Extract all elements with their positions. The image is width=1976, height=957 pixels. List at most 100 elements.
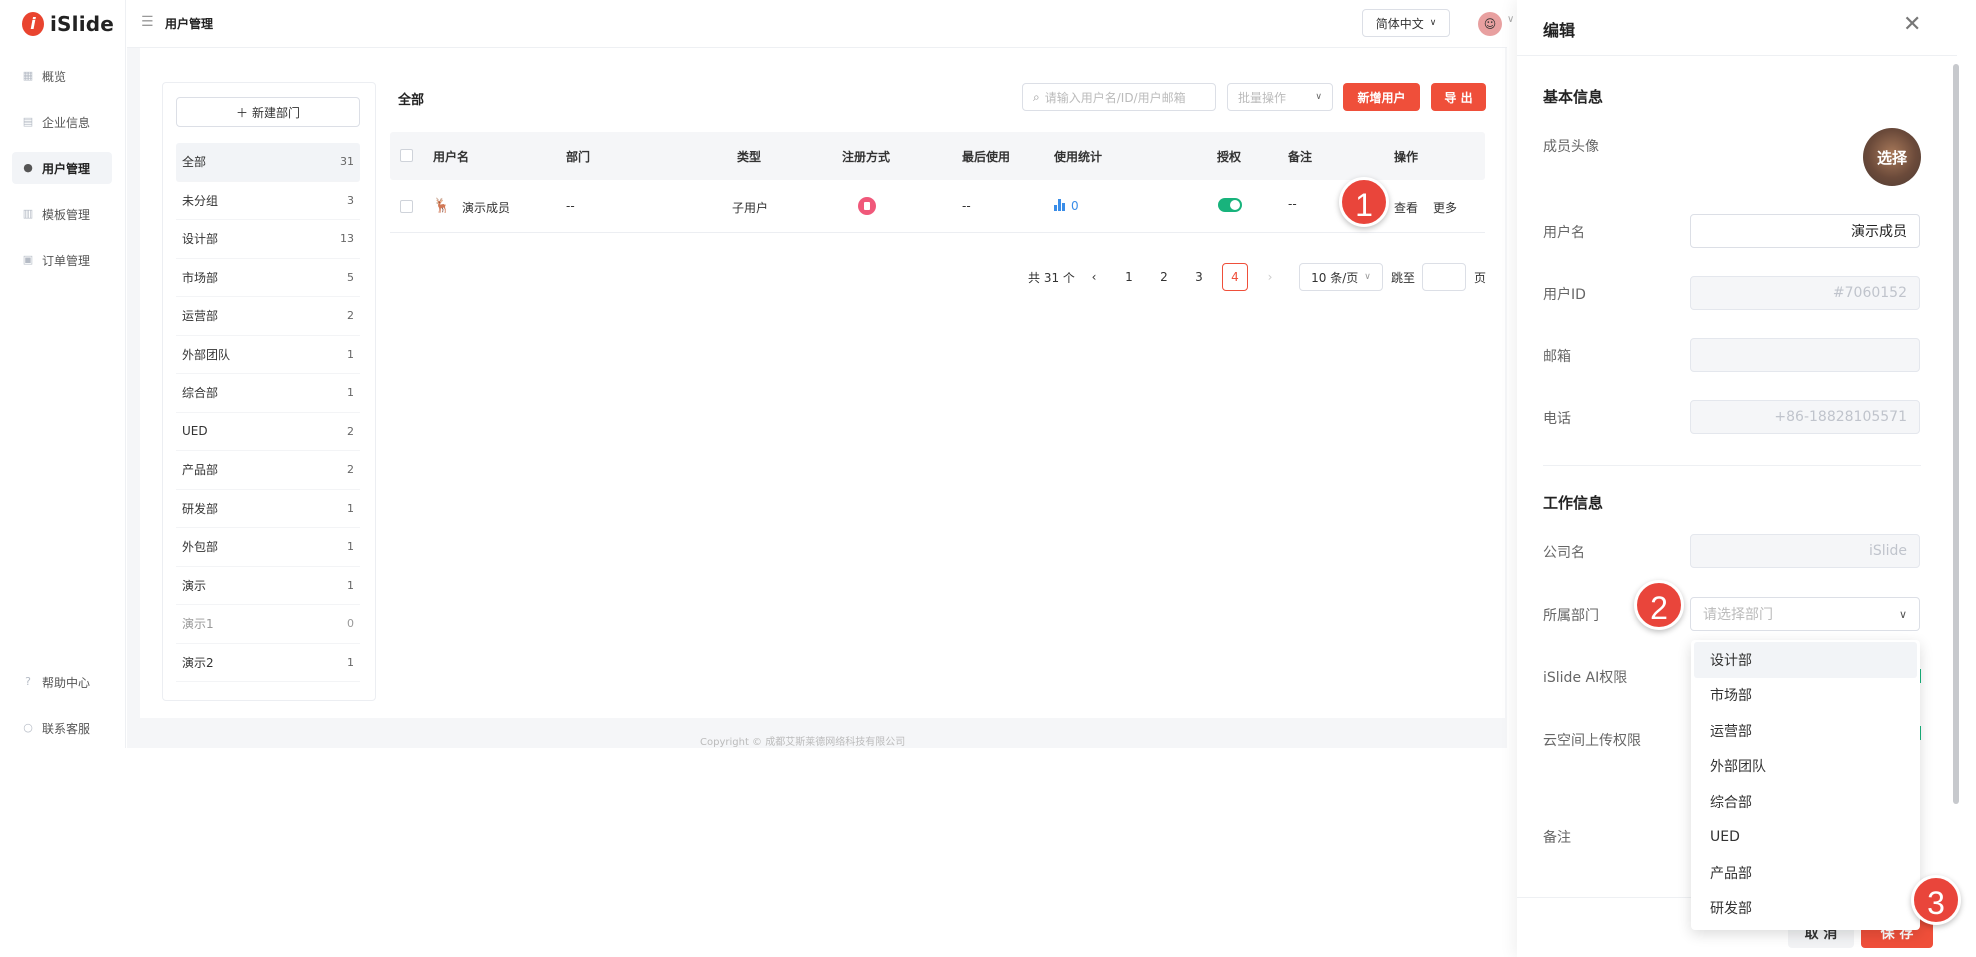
search-input[interactable]: ⌕ 请输入用户名/ID/用户邮箱 — [1022, 83, 1216, 111]
page-number[interactable]: 1 — [1116, 263, 1142, 291]
nav-item-overview[interactable]: ▦ 概览 — [12, 60, 112, 92]
close-icon[interactable]: ✕ — [1903, 14, 1921, 36]
department-item[interactable]: 外包部 1 — [176, 528, 360, 567]
dropdown-option[interactable]: 产品部 — [1694, 855, 1917, 891]
department-name: 未分组 — [182, 193, 219, 208]
add-user-button[interactable]: 新增用户 — [1343, 83, 1420, 111]
registration-phone-icon — [858, 197, 876, 215]
dropdown-option[interactable]: 市场部 — [1694, 678, 1917, 714]
dropdown-option[interactable]: 研发部 — [1694, 891, 1917, 927]
export-button[interactable]: 导 出 — [1431, 83, 1486, 111]
department-name: 产品部 — [182, 463, 219, 478]
column-header: 用户名 — [433, 150, 470, 164]
brand-name: iSlide — [50, 12, 115, 36]
nav-item-help[interactable]: ? 帮助中心 — [12, 666, 112, 698]
department-name: 全部 — [182, 155, 207, 170]
dropdown-option[interactable]: 综合部 — [1694, 784, 1917, 820]
chart-icon: ▥ — [22, 207, 34, 220]
nav-item-support[interactable]: ○ 联系客服 — [12, 712, 112, 744]
dropdown-option[interactable]: 外部团队 — [1694, 749, 1917, 785]
note-label: 备注 — [1543, 830, 1571, 846]
pagination-total: 共 31 个 — [1028, 270, 1075, 285]
usage-bar-chart-icon — [1054, 198, 1066, 211]
page-number-current[interactable]: 4 — [1222, 263, 1248, 291]
drawer-scrollbar[interactable] — [1953, 64, 1959, 804]
new-department-button[interactable]: ＋ 新建部门 — [176, 97, 360, 127]
department-item[interactable]: 外部团队 1 — [176, 336, 360, 374]
department-item[interactable]: 设计部 13 — [176, 220, 360, 259]
department-name: 运营部 — [182, 309, 219, 324]
nav-item-orders[interactable]: ▣ 订单管理 — [12, 244, 112, 276]
batch-actions-select[interactable]: 批量操作 ∨ — [1227, 83, 1333, 111]
user-avatar[interactable]: ☺ — [1478, 12, 1502, 36]
department-item[interactable]: 演示 1 — [176, 567, 360, 605]
prev-page-icon[interactable]: ‹ — [1081, 263, 1107, 291]
step-marker-2: 2 — [1634, 580, 1684, 630]
department-item[interactable]: 综合部 1 — [176, 374, 360, 413]
nav-item-label: 企业信息 — [42, 115, 91, 130]
department-item[interactable]: 未分组 3 — [176, 182, 360, 220]
department-count: 1 — [347, 655, 354, 669]
cell-last-used: -- — [962, 199, 971, 213]
department-item[interactable]: 全部 31 — [176, 143, 360, 182]
username-field[interactable]: 演示成员 — [1690, 214, 1920, 248]
dropdown-option[interactable]: UED — [1694, 820, 1917, 856]
cell-username: 演示成员 — [462, 201, 511, 215]
department-name: 研发部 — [182, 501, 219, 516]
side-nav: i iSlide ▦ 概览 ▤ 企业信息 ● 用户管理 ▥ 模板管理 ▣ 订单管… — [0, 0, 126, 748]
next-page-icon[interactable]: › — [1257, 263, 1283, 291]
email-field[interactable] — [1690, 338, 1920, 372]
username-value: 演示成员 — [1851, 224, 1907, 240]
department-count: 0 — [347, 617, 354, 631]
company-field: iSlide — [1690, 534, 1920, 568]
chevron-down-icon[interactable]: ∨ — [1507, 14, 1514, 25]
phone-field[interactable]: +86-18828105571 — [1690, 400, 1920, 434]
department-select[interactable]: 请选择部门 ∨ — [1690, 597, 1920, 631]
page-size-select[interactable]: 10 条/页 ∨ — [1299, 263, 1383, 291]
department-item[interactable]: 产品部 2 — [176, 451, 360, 490]
search-icon: ⌕ — [1033, 89, 1040, 104]
nav-item-company[interactable]: ▤ 企业信息 — [12, 106, 112, 138]
page-number[interactable]: 3 — [1186, 263, 1212, 291]
table-header: 用户名 部门 类型 注册方式 最后使用 使用统计 授权 备注 操作 — [390, 132, 1485, 180]
member-avatar-picker[interactable]: 选择 — [1863, 128, 1921, 186]
chevron-down-icon: ∨ — [1315, 92, 1322, 102]
language-select[interactable]: 简体中文 ∨ — [1362, 9, 1450, 37]
department-item[interactable]: 运营部 2 — [176, 297, 360, 336]
department-item[interactable]: 演示2 1 — [176, 644, 360, 682]
department-count: 1 — [347, 540, 354, 554]
column-header: 备注 — [1288, 150, 1313, 164]
row-checkbox[interactable] — [400, 200, 413, 213]
more-link[interactable]: 更多 — [1433, 199, 1457, 216]
view-link[interactable]: 查看 — [1394, 199, 1418, 216]
department-name: UED — [182, 424, 208, 439]
menu-toggle-icon[interactable]: ☰ — [141, 14, 154, 30]
nav-item-templates[interactable]: ▥ 模板管理 — [12, 198, 112, 230]
select-all-checkbox[interactable] — [400, 149, 413, 162]
avatar-label: 成员头像 — [1543, 139, 1599, 155]
department-item[interactable]: 研发部 1 — [176, 490, 360, 528]
authorization-toggle[interactable] — [1218, 198, 1242, 212]
page-number[interactable]: 2 — [1151, 263, 1177, 291]
department-item[interactable]: 演示1 0 — [176, 605, 360, 644]
company-label: 公司名 — [1543, 545, 1585, 561]
brand-logo[interactable]: i iSlide — [22, 12, 114, 36]
department-count: 2 — [347, 309, 354, 323]
department-item[interactable]: 市场部 5 — [176, 259, 360, 297]
department-name: 演示2 — [182, 655, 214, 670]
jump-page-input[interactable] — [1422, 263, 1466, 291]
nav-item-label: 联系客服 — [42, 721, 91, 736]
dropdown-option[interactable]: 运营部 — [1694, 713, 1917, 749]
copyright: Copyright © 成都艾斯莱德网络科技有限公司 — [700, 737, 906, 748]
new-department-label: 新建部门 — [252, 105, 301, 120]
nav-item-label: 用户管理 — [42, 161, 91, 176]
nav-item-users[interactable]: ● 用户管理 — [12, 152, 112, 184]
phone-value: +86-18828105571 — [1774, 409, 1907, 425]
dropdown-option[interactable]: 设计部 — [1694, 642, 1917, 678]
department-count: 1 — [347, 501, 354, 515]
nav-item-label: 订单管理 — [42, 253, 91, 268]
drawer-title: 编辑 — [1543, 21, 1576, 40]
cell-note: -- — [1288, 197, 1297, 211]
department-item[interactable]: UED 2 — [176, 413, 360, 451]
column-header: 使用统计 — [1054, 150, 1103, 164]
